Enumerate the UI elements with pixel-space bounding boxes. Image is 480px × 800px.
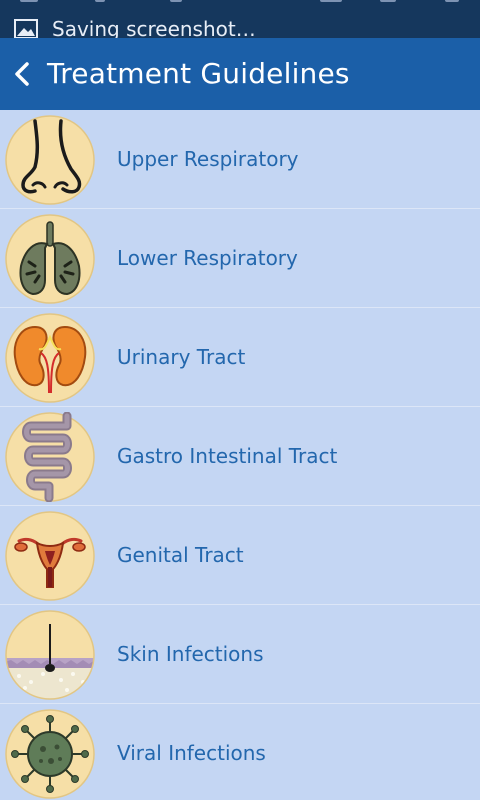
status-icon-placeholder [20, 0, 38, 2]
action-bar: Treatment Guidelines [0, 38, 480, 110]
uterus-icon [5, 511, 95, 601]
lungs-icon [5, 214, 95, 304]
list-item-gastro-intestinal-tract[interactable]: Gastro Intestinal Tract [0, 407, 480, 506]
item-label: Upper Respiratory [117, 147, 299, 171]
list-item-genital-tract[interactable]: Genital Tract [0, 506, 480, 605]
status-icon-placeholder [95, 0, 105, 2]
status-icon-placeholder [320, 0, 342, 2]
image-icon [14, 19, 38, 38]
nose-icon [5, 115, 95, 205]
status-icon-placeholder [380, 0, 396, 2]
list-item-upper-respiratory[interactable]: Upper Respiratory [0, 110, 480, 209]
chevron-left-icon [15, 62, 29, 86]
page-title: Treatment Guidelines [47, 57, 350, 90]
notification-text: Saving screenshot… [52, 17, 256, 38]
kidneys-icon [5, 313, 95, 403]
list-item-skin-infections[interactable]: Skin Infections [0, 605, 480, 704]
status-icon-placeholder [170, 0, 182, 2]
item-label: Skin Infections [117, 642, 264, 666]
category-list: Upper Respiratory Lower Respiratory Urin… [0, 110, 480, 800]
list-item-lower-respiratory[interactable]: Lower Respiratory [0, 209, 480, 308]
intestine-icon [5, 412, 95, 502]
list-item-viral-infections[interactable]: Viral Infections [0, 704, 480, 800]
list-item-urinary-tract[interactable]: Urinary Tract [0, 308, 480, 407]
item-label: Genital Tract [117, 543, 244, 567]
skin-layers-icon [5, 610, 95, 700]
item-label: Gastro Intestinal Tract [117, 444, 338, 468]
back-button[interactable] [0, 38, 46, 110]
status-icon-placeholder [445, 0, 459, 2]
status-bar: Saving screenshot… [0, 0, 480, 38]
virus-icon [5, 709, 95, 799]
item-label: Viral Infections [117, 741, 266, 765]
item-label: Urinary Tract [117, 345, 246, 369]
item-label: Lower Respiratory [117, 246, 298, 270]
